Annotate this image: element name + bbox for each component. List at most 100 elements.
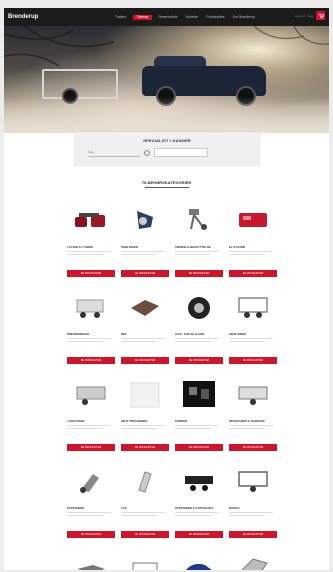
category-description [67, 425, 115, 437]
category-description [175, 512, 223, 524]
flatbed-trailer-icon[interactable] [175, 459, 223, 503]
category-card[interactable]: PRESSENINGER SE PRODUKTER [67, 285, 115, 364]
category-card[interactable]: NET SE PRODUKTER [121, 285, 169, 364]
see-products-button[interactable]: SE PRODUKTER [229, 531, 277, 538]
category-card[interactable]: RAMPER SE PRODUKTER [175, 372, 223, 451]
lock-icon[interactable] [175, 198, 223, 242]
category-card[interactable]: HØJE SIDER SE PRODUKTER [229, 285, 277, 364]
tarp-trailer-icon[interactable] [67, 285, 115, 329]
cage-trailer-icon[interactable] [229, 285, 277, 329]
electric-box-icon[interactable] [229, 198, 277, 242]
see-products-button[interactable]: SE PRODUKTER [67, 270, 115, 277]
site-logo[interactable]: Brenderup [8, 14, 48, 20]
ramps-icon[interactable] [175, 372, 223, 416]
nav-item-trailers[interactable]: Trailers [114, 15, 127, 20]
see-products-button[interactable]: SE PRODUKTER [229, 357, 277, 364]
see-products-button[interactable]: SE PRODUKTER [175, 444, 223, 451]
hero-dust [4, 97, 329, 133]
jockey-wheel-icon[interactable] [67, 459, 115, 503]
cover-icon[interactable] [121, 372, 169, 416]
cart-icon[interactable] [316, 11, 325, 20]
login-link[interactable]: Log ind [295, 14, 305, 18]
tipper-trailer-icon[interactable] [229, 459, 277, 503]
category-name: NET [121, 332, 127, 336]
category-card[interactable]: HJUL, FÆLGE & DÆK SE PRODUKTER [175, 285, 223, 364]
search-link[interactable]: Søg [307, 14, 313, 18]
category-card[interactable] [175, 546, 223, 570]
category-name: HØJE SIDER [229, 332, 246, 336]
page-frame: Brenderup Trailers Tilbehør Reservedele … [4, 8, 329, 570]
category-card[interactable]: SIKRING & BESKYTTELSE SE PRODUKTER [175, 198, 223, 277]
see-products-button[interactable]: SE PRODUKTER [121, 270, 169, 277]
nav-item-dealers[interactable]: Forhandlere [205, 15, 225, 20]
see-products-button[interactable]: SE PRODUKTER [67, 357, 115, 364]
category-name: LYGTER & LYSBRO [67, 245, 94, 249]
ramp-trailer-icon[interactable] [229, 546, 277, 570]
nav-item-accessories[interactable]: Tilbehør [133, 14, 152, 20]
category-description [229, 512, 277, 524]
category-name: STØTTEBEN [67, 506, 84, 510]
category-description [121, 512, 169, 524]
nav-item-news[interactable]: Nyheder [185, 15, 200, 20]
see-products-button[interactable]: SE PRODUKTER [229, 270, 277, 277]
category-description [175, 425, 223, 437]
coupling-head-icon[interactable] [67, 546, 115, 570]
search-input[interactable] [88, 148, 140, 157]
box-trailer-icon[interactable] [67, 372, 115, 416]
see-products-button[interactable]: SE PRODUKTER [229, 444, 277, 451]
search-panel: SPECIALIST I KANNER [74, 132, 260, 166]
accessory-trailer-icon[interactable] [229, 372, 277, 416]
category-name: STØTTEBEN & STØTTEHJUL [175, 506, 214, 510]
category-card[interactable]: EL-SYSTEM SE PRODUKTER [229, 198, 277, 277]
search-row [88, 148, 260, 157]
see-products-button[interactable]: SE PRODUKTER [175, 270, 223, 277]
category-card[interactable]: LÅS SE PRODUKTER [121, 459, 169, 538]
see-products-button[interactable]: SE PRODUKTER [175, 531, 223, 538]
category-description [175, 251, 223, 263]
see-products-button[interactable]: SE PRODUKTER [121, 357, 169, 364]
category-card[interactable]: ØVRIGT SE PRODUKTER [229, 459, 277, 538]
see-products-button[interactable]: SE PRODUKTER [121, 444, 169, 451]
category-card[interactable]: LYGTER & LYSBRO SE PRODUKTER [67, 198, 115, 277]
category-card[interactable] [121, 546, 169, 570]
categories-title: TILBEHØRSKATEGORIER [4, 180, 329, 188]
category-name: REDSKABER & TILBEHØR [229, 419, 265, 423]
category-card[interactable]: LÅGKASSER SE PRODUKTER [67, 372, 115, 451]
small-trailer-icon[interactable] [121, 546, 169, 570]
wheel-icon[interactable] [175, 285, 223, 329]
category-name: ØVRIGT [229, 506, 240, 510]
category-card[interactable] [229, 546, 277, 570]
net-icon[interactable] [121, 285, 169, 329]
nav-item-about[interactable]: Om Brenderup [232, 15, 256, 20]
category-description [121, 338, 169, 350]
category-description [121, 251, 169, 263]
search-icon[interactable] [144, 149, 150, 156]
category-name: HJUL, FÆLGE & DÆK [175, 332, 205, 336]
car-trailer-icon[interactable] [175, 546, 223, 570]
main-nav: Trailers Tilbehør Reservedele Nyheder Fo… [114, 14, 256, 20]
see-products-button[interactable]: SE PRODUKTER [67, 444, 115, 451]
secondary-search-field[interactable] [154, 148, 208, 157]
category-card[interactable]: STØTTEBEN SE PRODUKTER [67, 459, 115, 538]
category-card[interactable]: STØTTEBEN & STØTTEHJUL SE PRODUKTER [175, 459, 223, 538]
nav-item-parts[interactable]: Reservedele [158, 15, 179, 20]
category-name: HØJT PRESSENING [121, 419, 148, 423]
see-products-button[interactable]: SE PRODUKTER [121, 531, 169, 538]
category-name: KOBLINGER [121, 245, 138, 249]
hero-trailer [42, 69, 118, 99]
category-name: LÅS [121, 506, 127, 510]
see-products-button[interactable]: SE PRODUKTER [67, 531, 115, 538]
category-card[interactable]: REDSKABER & TILBEHØR SE PRODUKTER [229, 372, 277, 451]
category-card[interactable] [67, 546, 115, 570]
hitch-lock-icon[interactable] [121, 459, 169, 503]
lights-icon[interactable] [67, 198, 115, 242]
category-description [67, 251, 115, 263]
category-card[interactable]: HØJT PRESSENING SE PRODUKTER [121, 372, 169, 451]
category-description [67, 512, 115, 524]
see-products-button[interactable]: SE PRODUKTER [175, 357, 223, 364]
category-name: LÅGKASSER [67, 419, 85, 423]
category-description [121, 425, 169, 437]
category-name: RAMPER [175, 419, 188, 423]
category-card[interactable]: KOBLINGER SE PRODUKTER [121, 198, 169, 277]
coupling-icon[interactable] [121, 198, 169, 242]
